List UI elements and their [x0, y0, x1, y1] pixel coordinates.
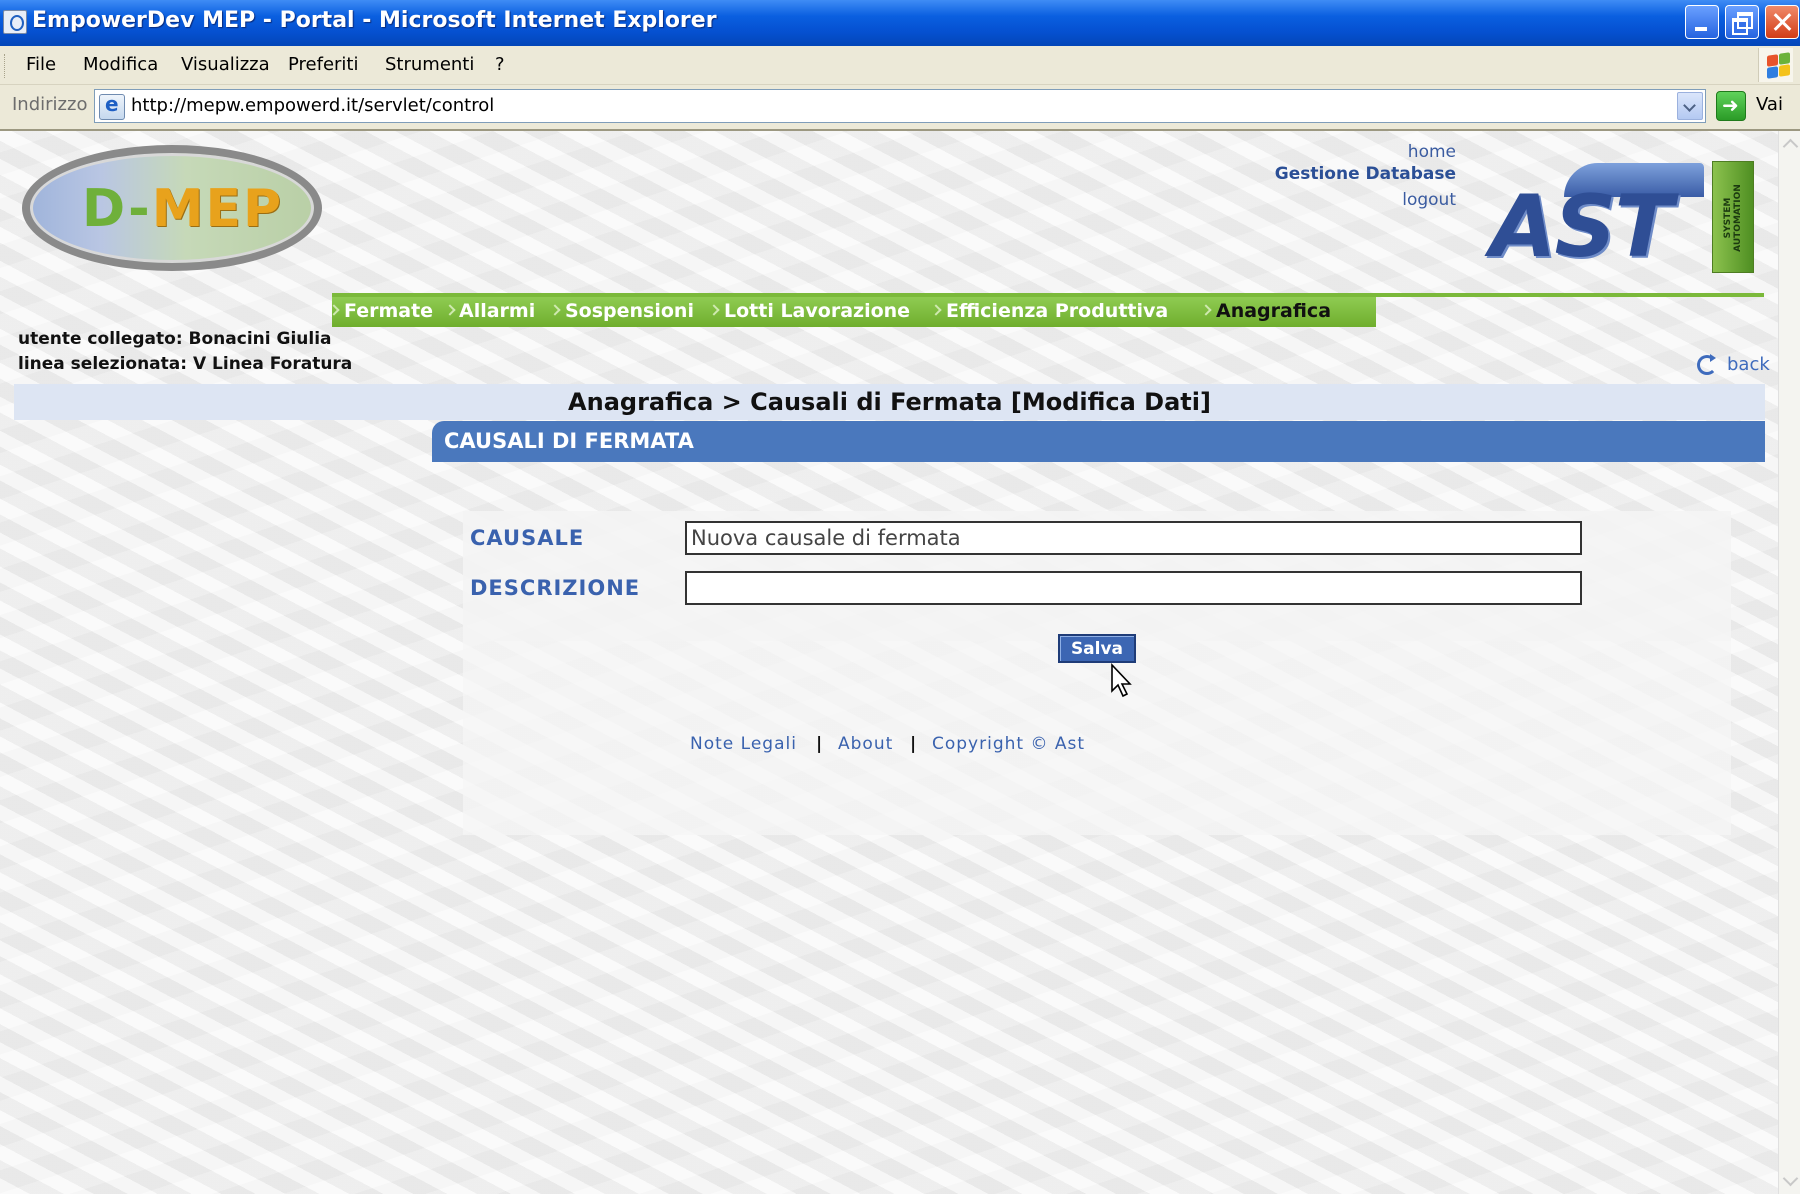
- save-button[interactable]: Salva: [1058, 634, 1136, 663]
- menu-help[interactable]: ?: [495, 54, 505, 75]
- scroll-up-icon[interactable]: [1782, 138, 1799, 155]
- menu-strumenti[interactable]: Strumenti: [385, 54, 474, 75]
- logout-link[interactable]: logout: [1180, 189, 1456, 211]
- causale-label: CAUSALE: [470, 526, 585, 550]
- go-button[interactable]: Vai: [1756, 94, 1783, 115]
- scroll-down-icon[interactable]: [1782, 1170, 1799, 1187]
- window-title: EmpowerDev MEP - Portal - Microsoft Inte…: [32, 8, 717, 33]
- footer-separator: |: [816, 734, 823, 754]
- window-title-bar[interactable]: EmpowerDev MEP - Portal - Microsoft Inte…: [0, 0, 1800, 46]
- causale-input[interactable]: [685, 521, 1582, 555]
- nav-item-anagrafica[interactable]: Anagrafica: [1216, 300, 1331, 322]
- gestione-database-link[interactable]: Gestione Database: [1180, 163, 1456, 185]
- nav-item-sospensioni[interactable]: Sospensioni: [565, 300, 694, 322]
- address-label: Indirizzo: [12, 94, 88, 115]
- top-links: home Gestione Database logout: [1180, 141, 1456, 211]
- footer-copyright-link[interactable]: Copyright © Ast: [932, 734, 1085, 754]
- descrizione-label: DESCRIZIONE: [470, 576, 641, 600]
- dmep-logo-mep: MEP: [151, 179, 284, 239]
- url-text[interactable]: http://mepw.empowerd.it/servlet/control: [131, 95, 494, 116]
- nav-chevron-icon: [708, 304, 720, 316]
- nav-chevron-icon: [444, 304, 456, 316]
- mouse-pointer-icon: [1111, 663, 1132, 698]
- nav-item-efficienza-produttiva[interactable]: Efficienza Produttiva: [946, 300, 1168, 322]
- vertical-scrollbar[interactable]: [1778, 131, 1800, 1194]
- toolbar-grip[interactable]: [4, 54, 8, 78]
- footer-note-legali-link[interactable]: Note Legali: [690, 734, 797, 754]
- form-panel: [463, 511, 1731, 835]
- section-header: CAUSALI DI FERMATA: [432, 421, 1765, 462]
- nav-chevron-icon: [1200, 304, 1212, 316]
- page-icon: [99, 92, 125, 120]
- menu-visualizza[interactable]: Visualizza: [181, 54, 270, 75]
- ie-app-icon[interactable]: [3, 10, 27, 34]
- home-link[interactable]: home: [1180, 141, 1456, 163]
- address-bar: Indirizzo http://mepw.empowerd.it/servle…: [0, 85, 1800, 131]
- footer-about-link[interactable]: About: [838, 734, 893, 754]
- descrizione-input[interactable]: [685, 571, 1582, 605]
- back-arrow-icon[interactable]: [1697, 354, 1717, 375]
- page-content: D-MEP home Gestione Database logout AST …: [0, 131, 1778, 1194]
- menu-file[interactable]: File: [26, 54, 56, 75]
- close-button[interactable]: [1765, 5, 1799, 39]
- menu-preferiti[interactable]: Preferiti: [288, 54, 359, 75]
- windows-logo-icon: [1758, 48, 1793, 82]
- nav-item-allarmi[interactable]: Allarmi: [459, 300, 535, 322]
- nav-chevron-icon: [328, 304, 340, 316]
- section-title: CAUSALI DI FERMATA: [444, 429, 694, 453]
- logged-user: utente collegato: Bonacini Giulia: [18, 329, 332, 349]
- dmep-logo-d: D-: [82, 179, 152, 239]
- nav-item-lotti-lavorazione[interactable]: Lotti Lavorazione: [724, 300, 910, 322]
- address-field[interactable]: http://mepw.empowerd.it/servlet/control: [94, 89, 1706, 123]
- minimize-button[interactable]: [1685, 5, 1719, 39]
- nav-chevron-icon: [549, 304, 561, 316]
- address-dropdown-icon[interactable]: [1677, 92, 1703, 120]
- ast-badge-text: SYSTEM AUTOMATION: [1723, 184, 1743, 252]
- page-title: Anagrafica > Causali di Fermata [Modific…: [568, 388, 1211, 416]
- ast-logo: AST SYSTEM AUTOMATION: [1490, 157, 1760, 277]
- main-nav: Fermate Allarmi Sospensioni Lotti Lavora…: [328, 297, 1376, 327]
- menu-modifica[interactable]: Modifica: [83, 54, 158, 75]
- breadcrumb: Anagrafica > Causali di Fermata [Modific…: [14, 384, 1765, 420]
- ast-logo-text: AST: [1490, 177, 1673, 277]
- dmep-logo-text: D-MEP: [82, 179, 283, 239]
- go-arrow-icon[interactable]: [1716, 91, 1746, 121]
- nav-chevron-icon: [930, 304, 942, 316]
- footer-separator: |: [910, 734, 917, 754]
- selected-line: linea selezionata: V Linea Foratura: [18, 354, 353, 374]
- restore-button[interactable]: [1725, 5, 1759, 39]
- nav-item-fermate[interactable]: Fermate: [344, 300, 433, 322]
- ast-logo-badge: SYSTEM AUTOMATION: [1712, 161, 1754, 273]
- dmep-logo: D-MEP: [22, 145, 332, 277]
- menu-bar: File Modifica Visualizza Preferiti Strum…: [0, 46, 1800, 85]
- back-label[interactable]: back: [1727, 354, 1770, 375]
- session-info: utente collegato: Bonacini Giulia linea …: [18, 327, 352, 377]
